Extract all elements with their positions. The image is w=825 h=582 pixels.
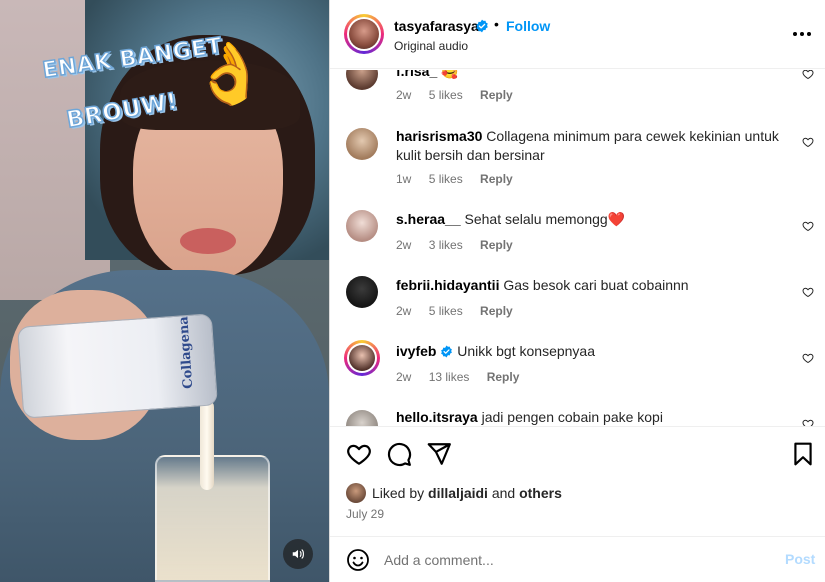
post-comment-button[interactable]: Post xyxy=(785,551,815,567)
like-comment-heart-icon[interactable] xyxy=(802,220,814,232)
comment-likes[interactable]: 5 likes xyxy=(429,304,463,318)
person-lips xyxy=(180,228,236,254)
post-header: tasyafarasya • Follow Original audio xyxy=(330,0,825,69)
liker-username[interactable]: dillaljaidi xyxy=(428,485,488,501)
comment-username[interactable]: f.risa_ xyxy=(396,70,437,79)
like-comment-heart-icon[interactable] xyxy=(802,286,814,298)
emoji-icon[interactable] xyxy=(346,548,370,572)
mute-button[interactable] xyxy=(283,539,313,569)
comment-time: 2w xyxy=(396,370,412,384)
milk-pour xyxy=(200,400,214,490)
comment-body: jadi pengen cobain pake kopi xyxy=(481,409,663,425)
comment-text: ivyfeb Unikk bgt konsepnyaa xyxy=(396,342,786,361)
reply-button[interactable]: Reply xyxy=(480,172,513,186)
separator-dot: • xyxy=(494,16,499,32)
add-comment-bar: Post xyxy=(330,536,825,582)
likes-summary: Liked by dillaljaidi and others xyxy=(346,483,562,503)
comment-username[interactable]: ivyfeb xyxy=(396,343,436,359)
ok-hand-icon: 👌 xyxy=(192,40,267,107)
like-comment-heart-icon[interactable] xyxy=(802,418,814,426)
reply-button[interactable]: Reply xyxy=(480,88,513,102)
likes-middle: and xyxy=(491,485,516,501)
commenter-avatar[interactable] xyxy=(346,70,378,90)
comment-body: Unikk bgt konsepnyaa xyxy=(457,343,596,359)
post-view: Collagena ENAK BANGET BROUW! 👌 tasyafara… xyxy=(0,0,825,582)
post-actions: Liked by dillaljaidi and others July 29 xyxy=(330,426,825,536)
author-avatar[interactable] xyxy=(344,14,384,54)
reply-button[interactable]: Reply xyxy=(480,304,513,318)
commenter-avatar[interactable] xyxy=(346,276,378,308)
comment-meta: 2w 3 likes Reply xyxy=(396,238,527,252)
reply-button[interactable]: Reply xyxy=(480,238,513,252)
reel-video[interactable]: Collagena ENAK BANGET BROUW! 👌 xyxy=(0,0,329,582)
comment-likes[interactable]: 5 likes xyxy=(429,172,463,186)
comment-time: 2w xyxy=(396,304,412,318)
comment-body: 🥰 xyxy=(441,70,459,79)
comment-likes[interactable]: 5 likes xyxy=(429,88,463,102)
verified-badge-icon xyxy=(476,19,488,33)
comment-meta: 2w 5 likes Reply xyxy=(396,304,527,318)
commenter-avatar[interactable] xyxy=(344,340,380,376)
commenter-avatar[interactable] xyxy=(346,128,378,160)
likes-others[interactable]: others xyxy=(519,485,562,501)
author-username[interactable]: tasyafarasya xyxy=(394,18,479,34)
like-heart-icon[interactable] xyxy=(346,441,372,467)
comment-time: 2w xyxy=(396,238,412,252)
post-side-panel: tasyafarasya • Follow Original audio f.r… xyxy=(329,0,825,582)
verified-badge-icon xyxy=(441,345,453,358)
speaker-icon xyxy=(292,549,304,559)
comments-list[interactable]: f.risa_ 🥰 2w 5 likes Reply harisrisma30 … xyxy=(330,70,825,426)
comment-bubble-icon[interactable] xyxy=(386,441,412,467)
follow-button[interactable]: Follow xyxy=(506,18,550,34)
comment-text: s.heraa__ Sehat selalu memongg❤️ xyxy=(396,210,786,229)
comment-text: hello.itsraya jadi pengen cobain pake ko… xyxy=(396,408,786,426)
liker-avatar[interactable] xyxy=(346,483,366,503)
comment-time: 1w xyxy=(396,172,412,186)
commenter-avatar[interactable] xyxy=(346,410,378,426)
post-date[interactable]: July 29 xyxy=(346,507,384,521)
comment-meta: 2w 13 likes Reply xyxy=(396,370,533,384)
commenter-avatar[interactable] xyxy=(346,210,378,242)
comment-meta: 1w 5 likes Reply xyxy=(396,172,527,186)
comment-likes[interactable]: 3 likes xyxy=(429,238,463,252)
text-sticker: ENAK BANGET BROUW! 👌 xyxy=(40,33,266,146)
comment-username[interactable]: harisrisma30 xyxy=(396,128,482,144)
likes-prefix: Liked by xyxy=(372,485,425,501)
like-comment-heart-icon[interactable] xyxy=(802,136,814,148)
comment-username[interactable]: s.heraa__ xyxy=(396,211,461,227)
comment-time: 2w xyxy=(396,88,412,102)
share-paper-plane-icon[interactable] xyxy=(426,441,452,467)
comment-text: harisrisma30 Collagena minimum para cewe… xyxy=(396,127,786,165)
likes-text[interactable]: Liked by dillaljaidi and others xyxy=(372,485,562,501)
reply-button[interactable]: Reply xyxy=(487,370,520,384)
comment-input[interactable] xyxy=(384,549,764,571)
comment-body: Gas besok cari buat cobainnn xyxy=(503,277,689,293)
sticker-line-2: BROUW! xyxy=(64,88,181,135)
comment-username[interactable]: febrii.hidayantii xyxy=(396,277,499,293)
comment-body: Sehat selalu memongg❤️ xyxy=(464,211,626,227)
comment-username[interactable]: hello.itsraya xyxy=(396,409,478,425)
more-options-icon[interactable] xyxy=(790,24,814,44)
like-comment-heart-icon[interactable] xyxy=(802,70,814,80)
comment-text: f.risa_ 🥰 xyxy=(396,70,786,81)
audio-link[interactable]: Original audio xyxy=(394,39,468,53)
comment-likes[interactable]: 13 likes xyxy=(429,370,470,384)
save-bookmark-icon[interactable] xyxy=(790,441,816,467)
comment-text: febrii.hidayantii Gas besok cari buat co… xyxy=(396,276,786,295)
like-comment-heart-icon[interactable] xyxy=(802,352,814,364)
comment-meta: 2w 5 likes Reply xyxy=(396,88,527,102)
